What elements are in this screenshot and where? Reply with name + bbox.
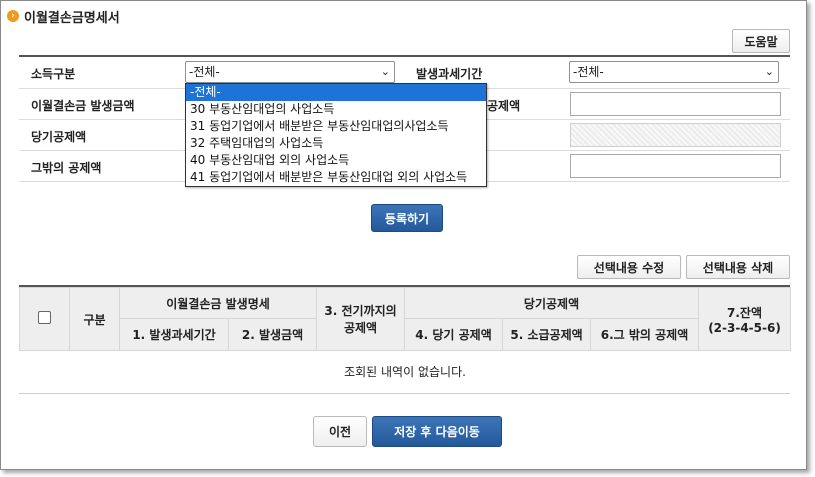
other-deduction-label: 그밖의 공제액 — [31, 161, 102, 175]
prior-deduction-label: 공제액 — [487, 99, 521, 113]
empty-message: 조회된 내역이 없습니다. — [344, 365, 466, 380]
col-prior-line1: 3. 전기까지의 — [324, 304, 397, 318]
dropdown-option[interactable]: 31 동업기업에서 배분받은 부동산임대업의사업소득 — [186, 118, 486, 135]
window-frame: › 이월결손금명세서 도움말 소득구분 -전체- ⌄ 발생과세기간 -전체- ⌄… — [0, 0, 807, 470]
income-type-select[interactable]: -전체- ⌄ — [185, 61, 395, 83]
col-prior-deduction: 3. 전기까지의 공제액 — [316, 287, 406, 351]
col-refund: 5. 소급공제액 — [502, 318, 592, 351]
period-value: -전체- — [573, 65, 604, 79]
page-title: 이월결손금명세서 — [24, 10, 120, 26]
chevron-down-icon: ⌄ — [764, 65, 774, 78]
loss-amount-label: 이월결손금 발생금액 — [31, 99, 135, 113]
col-category: 구분 — [69, 287, 120, 351]
col-current: 4. 당기 공제액 — [404, 318, 504, 351]
dropdown-option[interactable]: 40 부동산임대업 외의 사업소득 — [186, 152, 486, 169]
help-button[interactable]: 도움말 — [732, 29, 790, 53]
dropdown-option[interactable]: 30 부동산임대업의 사업소득 — [186, 101, 486, 118]
period-label: 발생과세기간 — [416, 67, 483, 81]
dropdown-option[interactable]: 41 동업기업에서 배분받은 부동산임대업 외의 사업소득 — [186, 169, 486, 186]
col-balance-line1: 7.잔액 — [727, 305, 763, 320]
chevron-down-icon: ⌄ — [380, 65, 390, 78]
group-loss-header: 이월결손금 발생명세 — [118, 287, 318, 319]
income-type-dropdown-list[interactable]: -전체- 30 부동산임대업의 사업소득 31 동업기업에서 배분받은 부동산임… — [185, 83, 487, 187]
dropdown-option[interactable]: -전체- — [186, 84, 486, 101]
bullet-arrow-icon: › — [7, 10, 19, 22]
save-next-button[interactable]: 저장 후 다음이동 — [372, 416, 502, 447]
delete-selected-button[interactable]: 선택내용 삭제 — [686, 255, 790, 279]
col-other: 6.그 밖의 공제액 — [590, 318, 700, 351]
col-balance-line2: (2-3-4-5-6) — [708, 320, 781, 335]
col-period: 1. 발생과세기간 — [119, 318, 229, 351]
col-amount: 2. 발생금액 — [227, 318, 318, 351]
current-deduction-label: 당기공제액 — [31, 130, 87, 144]
col-balance: 7.잔액 (2-3-4-5-6) — [698, 287, 792, 351]
select-all-checkbox[interactable] — [38, 311, 51, 324]
prior-deduction-input[interactable] — [570, 92, 781, 116]
group-current-header: 당기공제액 — [404, 287, 700, 319]
other-deduction-input[interactable] — [570, 154, 781, 178]
income-type-label: 소득구분 — [31, 67, 76, 81]
prev-button[interactable]: 이전 — [313, 416, 367, 447]
income-type-value: -전체- — [189, 65, 220, 79]
select-all-header — [19, 287, 70, 351]
register-button[interactable]: 등록하기 — [371, 204, 443, 232]
col-prior-line2: 공제액 — [343, 321, 378, 335]
loss-table: 구분 이월결손금 발생명세 3. 전기까지의 공제액 당기공제액 7.잔액 (2… — [19, 285, 792, 394]
refund-deduction-input — [570, 123, 781, 147]
title-bar: › 이월결손금명세서 — [7, 6, 120, 26]
period-select[interactable]: -전체- ⌄ — [569, 61, 779, 83]
edit-selected-button[interactable]: 선택내용 수정 — [577, 255, 681, 279]
dropdown-option[interactable]: 32 주택임대업의 사업소득 — [186, 135, 486, 152]
